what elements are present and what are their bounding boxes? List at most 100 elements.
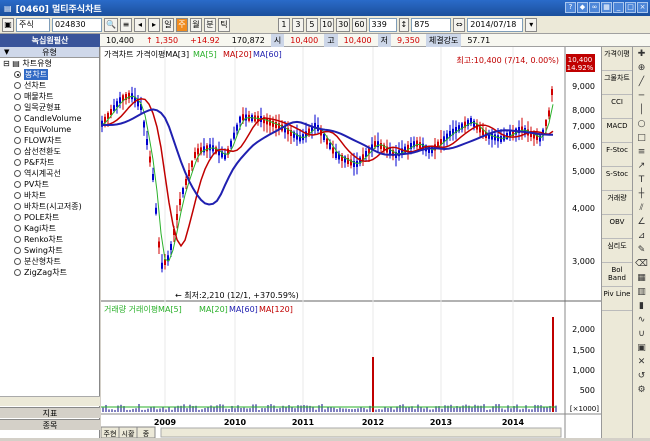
calendar-icon[interactable]: ▾ (525, 17, 538, 32)
interval-5[interactable]: 5 (305, 17, 318, 32)
radio-icon[interactable] (14, 225, 21, 232)
chart-type-item[interactable]: EquiVolume (0, 124, 99, 135)
chart-type-item[interactable]: Kagi차트 (0, 223, 99, 234)
indicator-button[interactable]: 가격이평 (602, 47, 632, 71)
chart-type-item[interactable]: P&F차트 (0, 157, 99, 168)
indicator-button[interactable]: 거래량 (602, 191, 632, 215)
undo-tool-icon[interactable]: ↺ (633, 369, 650, 383)
date-input[interactable]: 2014/07/18 (467, 17, 524, 32)
radio-icon[interactable] (14, 269, 21, 276)
chart-type-item[interactable]: POLE차트 (0, 212, 99, 223)
cross-line-icon[interactable]: ┼ (633, 187, 650, 201)
interval-60[interactable]: 60 (352, 17, 367, 32)
radio-icon[interactable] (14, 104, 21, 111)
pencil-tool-icon[interactable]: ✎ (633, 243, 650, 257)
interval-1[interactable]: 1 (277, 17, 290, 32)
radio-icon[interactable] (14, 159, 21, 166)
help-icon[interactable]: ? (565, 2, 576, 13)
search-icon[interactable]: 🔍 (104, 17, 118, 32)
chart-type-item[interactable]: Renko차트 (0, 234, 99, 245)
indicator-button[interactable]: 심리도 (602, 239, 632, 263)
radio-icon[interactable] (14, 126, 21, 133)
gann-tool-icon[interactable]: ⊿ (633, 229, 650, 243)
crosshair-tool-icon[interactable]: ✚ (633, 47, 650, 61)
chart-type-item[interactable]: Swing차트 (0, 245, 99, 256)
market-select[interactable]: 주식 (16, 17, 50, 32)
vertical-line-icon[interactable]: │ (633, 103, 650, 117)
indicator-button[interactable]: F-Stoc (602, 143, 632, 167)
pin-icon[interactable]: ◆ (577, 2, 588, 13)
count-spin-icon[interactable]: ↕ (398, 17, 410, 32)
period-week[interactable]: 주 (175, 17, 188, 32)
angle-tool-icon[interactable]: ∠ (633, 215, 650, 229)
horizontal-line-icon[interactable]: ─ (633, 89, 650, 103)
radio-icon[interactable] (14, 137, 21, 144)
radio-icon[interactable] (14, 247, 21, 254)
lock-tool-icon[interactable]: ▣ (633, 341, 650, 355)
radio-icon[interactable] (14, 115, 21, 122)
chart-type-item[interactable]: ZigZag차트 (0, 267, 99, 278)
indicator-button[interactable]: Bol Band (602, 263, 632, 287)
minimize-icon[interactable]: _ (613, 2, 624, 13)
channel-tool-icon[interactable]: ⫽ (633, 201, 650, 215)
count-input[interactable]: 339 (368, 17, 397, 32)
radio-icon[interactable] (14, 148, 21, 155)
chart-type-item[interactable]: FLOW차트 (0, 135, 99, 146)
radio-icon[interactable] (14, 181, 21, 188)
delete-tool-icon[interactable]: ✕ (633, 355, 650, 369)
horizontal-scrollbar[interactable] (0, 396, 100, 406)
close-icon[interactable]: × (637, 2, 648, 13)
tree-root[interactable]: ⊟ ▤ 차트유형 (0, 58, 99, 69)
prev-stock-button[interactable]: ◂ (133, 17, 146, 32)
chart-type-item[interactable]: 매물차트 (0, 91, 99, 102)
chart-type-item[interactable]: 바차트(시고저종) (0, 201, 99, 212)
indicator-button[interactable]: 그물차트 (602, 71, 632, 95)
stock-tab[interactable]: 종목 (0, 419, 100, 430)
text-tool-icon[interactable]: T (633, 173, 650, 187)
chart-type-item[interactable]: CandleVolume (0, 113, 99, 124)
indicator-button[interactable]: MACD (602, 119, 632, 143)
trendline-tool-icon[interactable]: ╱ (633, 75, 650, 89)
indicator-button[interactable]: Piv Line (602, 287, 632, 311)
chart-type-item[interactable]: 역시계곡선 (0, 168, 99, 179)
zoom-tool-icon[interactable]: ⊕ (633, 61, 650, 75)
period-tick[interactable]: 틱 (217, 17, 230, 32)
collapse-arrow-icon[interactable]: ▼ (4, 47, 9, 58)
chart-type-item[interactable]: 봉차트 (0, 69, 99, 80)
indicator-button[interactable]: S-Stoc (602, 167, 632, 191)
chart-type-item[interactable]: PV차트 (0, 179, 99, 190)
radio-icon[interactable] (14, 214, 21, 221)
interval-30[interactable]: 30 (336, 17, 351, 32)
indicator-button[interactable]: OBV (602, 215, 632, 239)
maximize-icon[interactable]: □ (625, 2, 636, 13)
chart-type-item[interactable]: 선차트 (0, 80, 99, 91)
candle-pattern-icon[interactable]: ▮ (633, 299, 650, 313)
circle-tool-icon[interactable]: ○ (633, 117, 650, 131)
chart-scrollbar[interactable] (160, 427, 562, 438)
radio-icon[interactable] (14, 258, 21, 265)
chart-area[interactable]: 9,000 8,000 7,000 6,000 5,000 4,000 3,000 가격차트 … (100, 47, 601, 439)
eraser-tool-icon[interactable]: ⌫ (633, 257, 650, 271)
link-icon[interactable]: ∞ (589, 2, 600, 13)
indicator-button[interactable]: CCI (602, 95, 632, 119)
price-volume-chart[interactable]: 9,000 8,000 7,000 6,000 5,000 4,000 3,000 가격차트 … (100, 47, 601, 439)
rectangle-tool-icon[interactable]: □ (633, 131, 650, 145)
magnet-tool-icon[interactable]: ∪ (633, 327, 650, 341)
chart-settings-icon[interactable]: ▣ (2, 17, 14, 32)
period-minute[interactable]: 분 (203, 17, 216, 32)
radio-icon[interactable] (14, 71, 21, 78)
chart-type-item[interactable]: 바차트 (0, 190, 99, 201)
radio-icon[interactable] (14, 170, 21, 177)
radio-icon[interactable] (14, 236, 21, 243)
print-icon[interactable]: ▦ (601, 2, 612, 13)
fibonacci-tool-icon[interactable]: ≡ (633, 145, 650, 159)
settings-tool-icon[interactable]: ⚙ (633, 383, 650, 397)
link-stock-icon[interactable]: ≡ (119, 17, 132, 32)
arrow-tool-icon[interactable]: ↗ (633, 159, 650, 173)
grid-tool-icon[interactable]: ▦ (633, 271, 650, 285)
wave-tool-icon[interactable]: ∿ (633, 313, 650, 327)
radio-icon[interactable] (14, 192, 21, 199)
stock-code-input[interactable]: 024830 (52, 17, 102, 32)
interval-3[interactable]: 3 (291, 17, 304, 32)
next-stock-button[interactable]: ▸ (147, 17, 160, 32)
